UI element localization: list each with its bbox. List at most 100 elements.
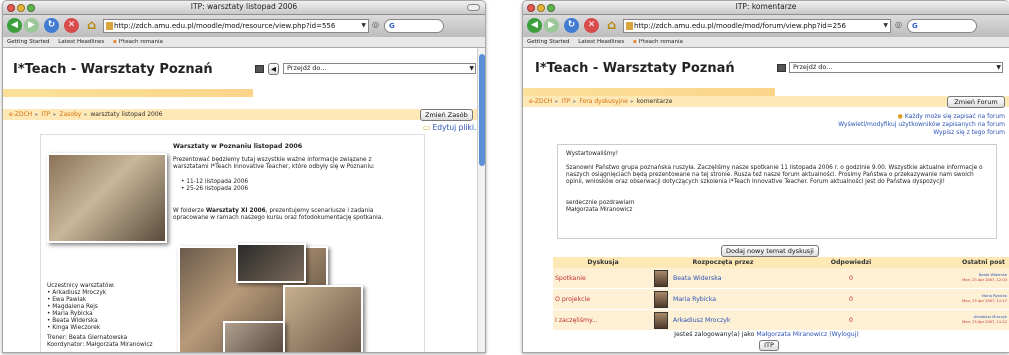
subscribe-info-link[interactable]: ● Każdy może się zapisać na forum [838, 113, 1005, 121]
breadcrumb-item[interactable]: ITP [561, 98, 570, 105]
avatar[interactable] [654, 312, 668, 329]
reply-count[interactable]: 0 [849, 289, 853, 310]
avatar[interactable] [654, 270, 668, 287]
breadcrumb-item[interactable]: ITP [41, 111, 50, 118]
topic-link[interactable]: I zaczęliśmy... [555, 310, 598, 331]
jump-to-label: Przejdź do... [287, 64, 327, 72]
reload-icon[interactable]: ↻ [564, 18, 579, 33]
bookmark-item[interactable]: I*teach romania [119, 39, 163, 45]
previous-activity-button[interactable]: ◀ [268, 63, 279, 75]
url-bar[interactable]: http://zdch.amu.edu.pl/moodle/mod/resour… [103, 19, 369, 33]
forum-intro-box: Wystartowaliśmy! Szanowni Państwo grupa … [557, 144, 997, 239]
update-forum-button[interactable]: Zmień Forum [947, 96, 1005, 108]
unsubscribe-link[interactable]: Wypisz się z tego forum [838, 129, 1005, 137]
title-bar: ITP: komentarze [523, 1, 1009, 15]
bookmark-item[interactable]: Getting Started [7, 39, 50, 45]
forward-icon[interactable]: ▶ [544, 18, 559, 33]
subscription-links: ● Każdy może się zapisać na forum Wyświe… [838, 113, 1005, 137]
folder-text: W folderze Warsztaty XI 2006, prezentuje… [173, 208, 384, 221]
workshop-photo [283, 285, 363, 352]
topic-link[interactable]: O projekcie [555, 289, 590, 310]
last-post[interactable]: Maria Rybicka Mon, 23 Apr 2007, 11:27 [962, 294, 1007, 303]
scrollbar-thumb[interactable] [479, 54, 485, 166]
course-home-button[interactable]: ITP [759, 340, 779, 351]
navigation-toolbar: ◀ ▶ ↻ ✕ ⌂ http://zdch.amu.edu.pl/moodle/… [3, 15, 485, 37]
user-link[interactable]: Małgorzata Miranowicz [756, 331, 827, 338]
author-link[interactable]: Beata Widerska [673, 268, 722, 289]
add-discussion-button[interactable]: Dodaj nowy temat dyskusji [721, 245, 819, 257]
intro-greeting: Wystartowaliśmy! [566, 151, 619, 157]
jump-to-select[interactable]: Przejdź do... ▼ [283, 63, 476, 74]
feed-icon: ▪ [632, 39, 637, 45]
last-post[interactable]: Beata Widerska Mon, 23 Apr 2007, 12:03 [962, 273, 1007, 282]
right-browser-window: ITP: komentarze ◀ ▶ ↻ ✕ ⌂ http://zdch.am… [522, 0, 1009, 353]
table-row[interactable]: I zaczęliśmy... Arkadiusz Mroczyk 0 Arka… [553, 310, 1009, 331]
teacher-photo [47, 153, 167, 243]
intro-signature: Małgorzata Miranowicz [566, 207, 633, 213]
content-heading: Warsztaty w Poznaniu listopad 2006 [173, 143, 303, 150]
search-input[interactable]: G [384, 19, 444, 33]
breadcrumb-item[interactable]: e-ZDCH [529, 98, 552, 105]
toolbar-toggle-button[interactable] [467, 4, 480, 11]
rss-icon[interactable]: ◎ [895, 20, 902, 29]
breadcrumb-item[interactable]: Fora dyskusyjne [579, 98, 627, 105]
author-link[interactable]: Arkadiusz Mroczyk [673, 310, 730, 331]
back-icon[interactable]: ◀ [7, 18, 22, 33]
breadcrumb-item[interactable]: Zasoby [59, 111, 81, 118]
trainer-text: Trener: Beata Giernatowska [47, 335, 128, 341]
bookmark-item[interactable]: I*teach romania [639, 39, 683, 45]
view-subscribers-link[interactable]: Wyświetl/modyfikuj użytkowników zapisany… [838, 121, 1005, 129]
url-bar[interactable]: http://zdch.amu.edu.pl/moodle/mod/forum/… [623, 19, 891, 33]
table-row[interactable]: Spotkanie Beata Widerska 0 Beata Widersk… [553, 268, 1009, 289]
column-header: Ostatni post [909, 257, 1009, 268]
bookmark-item[interactable]: Latest Headlines [58, 39, 104, 45]
list-item: • Arkadiusz Mroczyk [47, 290, 107, 296]
url-dropdown-icon[interactable]: ▼ [883, 20, 888, 32]
bookmark-item[interactable]: Getting Started [527, 39, 570, 45]
coordinator-text: Koordynator: Małgorzata Miranowicz [47, 342, 153, 348]
update-resource-button[interactable]: Zmień Zasób [420, 109, 473, 121]
reload-icon[interactable]: ↻ [44, 18, 59, 33]
calendar-icon [777, 64, 786, 72]
logout-link[interactable]: (Wyloguj) [829, 331, 859, 338]
stop-icon[interactable]: ✕ [64, 18, 79, 33]
topic-link[interactable]: Spotkanie [555, 268, 586, 289]
chevron-down-icon: ▼ [469, 65, 474, 72]
rss-icon[interactable]: ◎ [372, 20, 379, 29]
favicon-icon [626, 22, 633, 30]
last-post[interactable]: Arkadiusz Mroczyk Mon, 23 Apr 2007, 11:22 [962, 315, 1007, 324]
breadcrumb-current: warsztaty listopad 2006 [90, 111, 163, 118]
breadcrumb-current: komentarze [636, 98, 673, 105]
edit-files-link[interactable]: ▭ Edytuj pliki... [423, 123, 481, 132]
avatar[interactable] [654, 291, 668, 308]
back-icon[interactable]: ◀ [527, 18, 542, 33]
stop-icon[interactable]: ✕ [584, 18, 599, 33]
table-row[interactable]: O projekcie Maria Rybicka 0 Maria Rybick… [553, 289, 1009, 310]
search-engine-icon: G [912, 22, 918, 30]
resource-content: Warsztaty w Poznaniu listopad 2006 Preze… [40, 134, 425, 352]
jump-to-select[interactable]: Przejdź do... ▼ [789, 62, 1003, 73]
folder-name[interactable]: Warsztaty XI 2006 [206, 208, 266, 214]
list-item: • Maria Rybicka [47, 311, 93, 317]
search-input[interactable]: G [907, 19, 977, 33]
participants-label: Uczestnicy warsztatów: [47, 283, 115, 289]
reply-count[interactable]: 0 [849, 310, 853, 331]
discussion-table: Dyskusja Rozpoczęta przez Odpowiedzi Ost… [553, 257, 1009, 337]
bookmark-item[interactable]: Latest Headlines [578, 39, 624, 45]
vertical-scrollbar[interactable] [477, 48, 485, 352]
edit-files-label: Edytuj pliki... [432, 123, 482, 132]
column-header: Dyskusja [553, 257, 653, 268]
column-header: Rozpoczęta przez [653, 257, 793, 268]
navigation-toolbar: ◀ ▶ ↻ ✕ ⌂ http://zdch.amu.edu.pl/moodle/… [523, 15, 1009, 37]
chevron-down-icon: ▼ [996, 64, 1001, 71]
column-header: Odpowiedzi [793, 257, 909, 268]
reply-count[interactable]: 0 [849, 268, 853, 289]
home-icon[interactable]: ⌂ [604, 18, 619, 33]
forward-icon[interactable]: ▶ [24, 18, 39, 33]
bookmarks-bar: Getting Started Latest Headlines ▪ I*teac… [523, 37, 1009, 48]
url-dropdown-icon[interactable]: ▼ [361, 20, 366, 32]
home-icon[interactable]: ⌂ [84, 18, 99, 33]
author-link[interactable]: Maria Rybicka [673, 289, 716, 310]
breadcrumb: e-ZDCH ▸ ITP ▸ Zasoby ▸ warsztaty listopad 200… [3, 109, 479, 120]
breadcrumb-item[interactable]: e-ZDCH [9, 111, 32, 118]
